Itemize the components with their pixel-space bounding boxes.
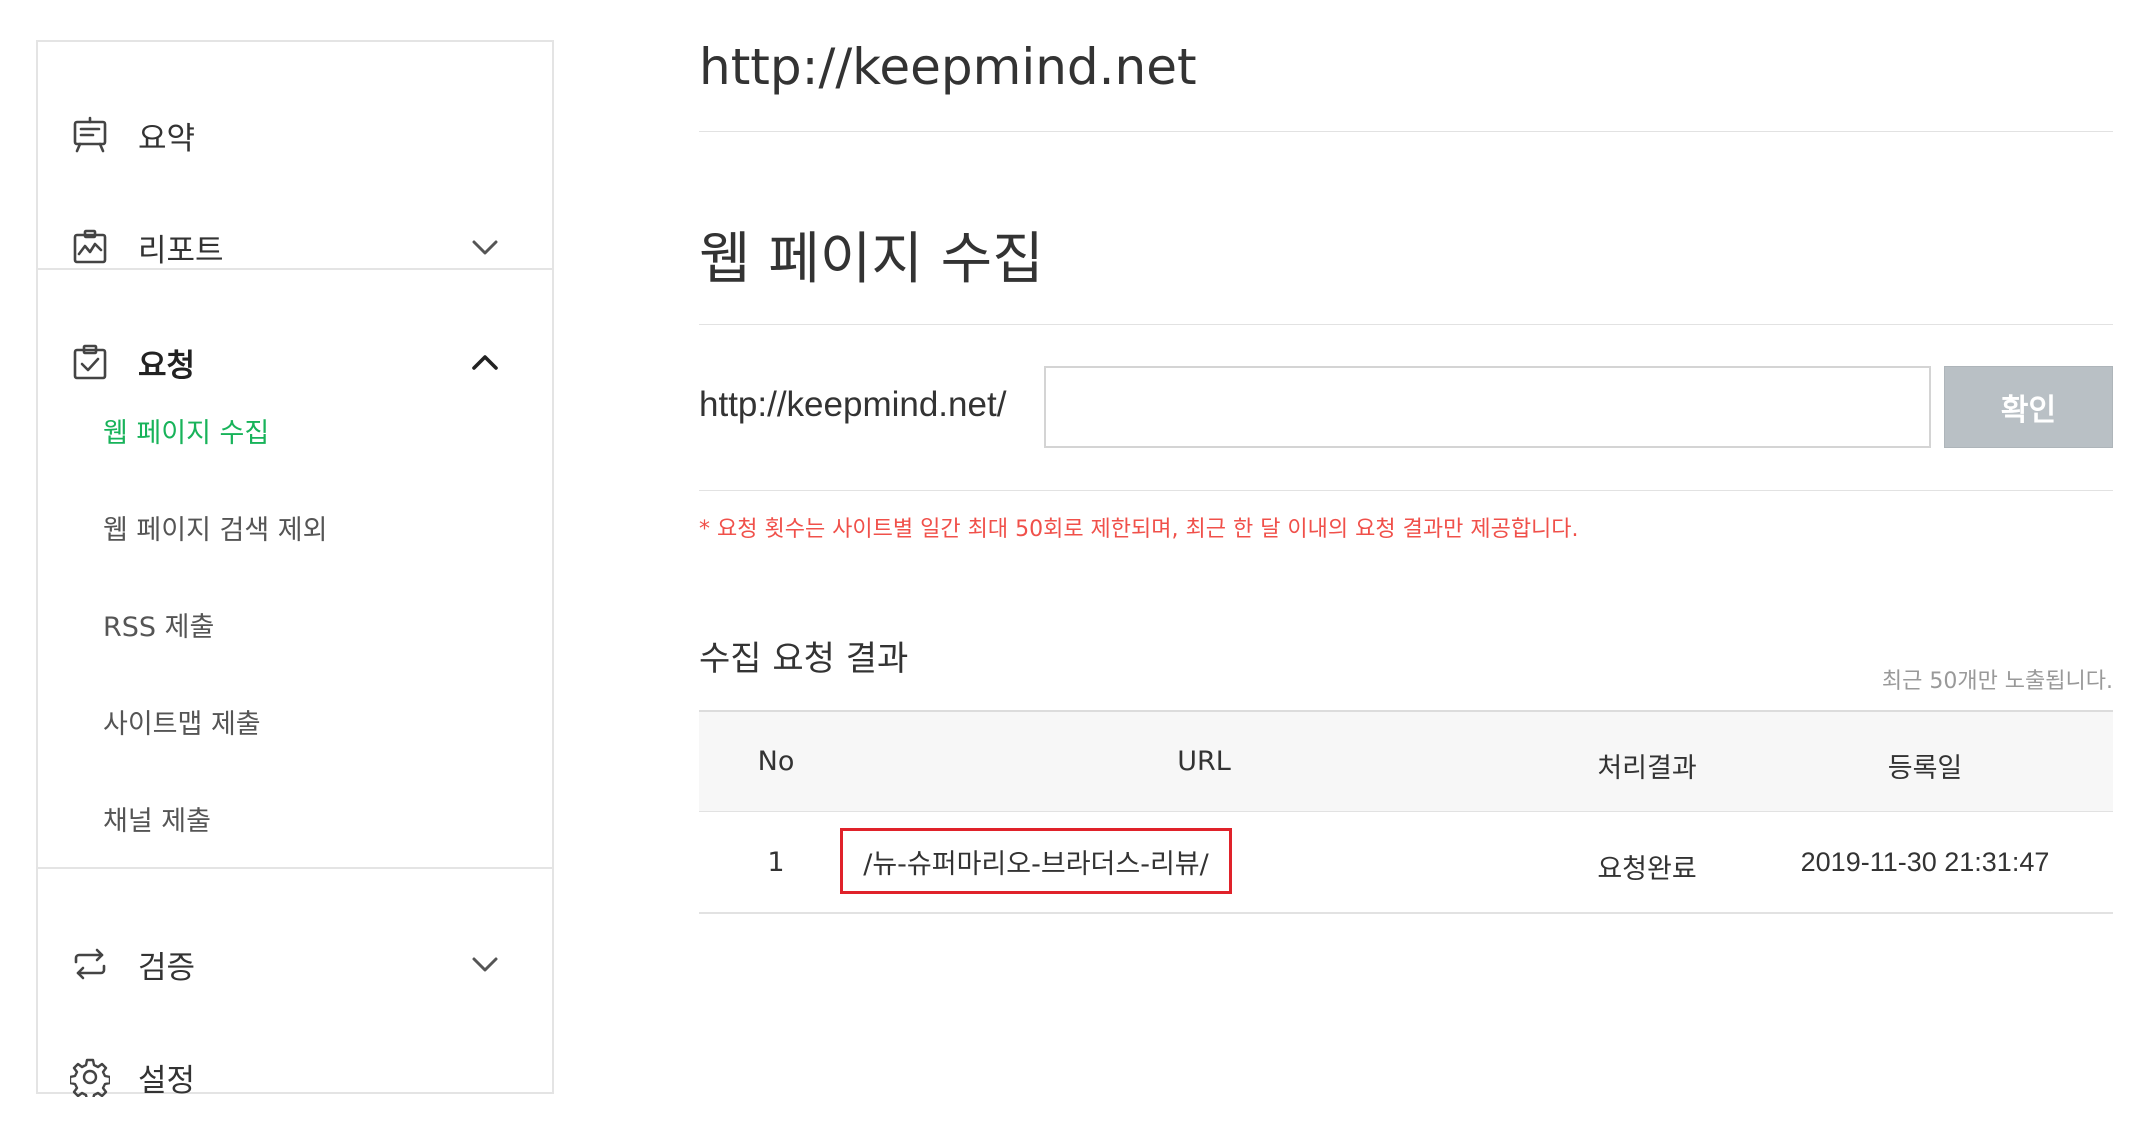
nav-verify-label: 검증	[138, 949, 196, 986]
nav-summary[interactable]: 요약	[38, 85, 552, 185]
column-header-no: No	[757, 746, 795, 777]
sub-item-web-page-exclude[interactable]: 웹 페이지 검색 제외	[103, 508, 327, 547]
nav-report[interactable]: 리포트	[38, 197, 552, 297]
site-url-title: http://keepmind.net	[699, 38, 1197, 96]
chevron-up-icon[interactable]	[468, 345, 502, 379]
row-date: 2019-11-30 21:31:47	[1800, 847, 2050, 877]
clipboard-check-icon	[70, 342, 110, 382]
sub-item-rss-submit[interactable]: RSS 제출	[103, 605, 214, 644]
sidebar-divider	[38, 867, 552, 869]
row-no: 1	[767, 847, 785, 878]
chevron-down-icon[interactable]	[468, 947, 502, 981]
divider	[699, 131, 2113, 132]
column-header-status: 처리결과	[1597, 753, 1697, 784]
sub-item-channel-submit[interactable]: 채널 제출	[103, 799, 211, 838]
repeat-arrows-icon	[70, 944, 110, 984]
presentation-board-icon	[70, 115, 110, 155]
table-row: 1 /뉴-슈퍼마리오-브라더스-리뷰/ 요청완료 2019-11-30 21:3…	[699, 812, 2113, 914]
request-limit-notice: * 요청 횟수는 사이트별 일간 최대 50회로 제한되며, 최근 한 달 이내…	[699, 517, 1579, 542]
row-url-link[interactable]: /뉴-슈퍼마리오-브라더스-리뷰/	[840, 828, 1232, 894]
divider	[699, 490, 2113, 491]
table-header: No URL 처리결과 등록일	[699, 710, 2113, 812]
sub-item-sitemap-submit[interactable]: 사이트맵 제출	[103, 702, 261, 741]
column-header-url: URL	[1177, 746, 1231, 777]
row-status: 요청완료	[1597, 854, 1697, 885]
nav-request-label: 요청	[138, 347, 196, 384]
sidebar: 요약 리포트 요청 웹 페이지 수집 웹 페이지 검색 제외 RSS 제출 사이…	[36, 40, 554, 1099]
results-note: 최근 50개만 노출됩니다.	[1881, 669, 2113, 694]
sidebar-divider	[38, 268, 552, 270]
chart-board-icon	[70, 227, 110, 267]
column-header-date: 등록일	[1887, 753, 1963, 784]
results-title: 수집 요청 결과	[699, 639, 909, 679]
nav-settings-label: 설정	[138, 1062, 196, 1099]
url-path-input[interactable]	[1044, 366, 1931, 448]
chevron-down-icon[interactable]	[468, 230, 502, 264]
nav-settings[interactable]: 설정	[38, 1027, 552, 1127]
nav-report-label: 리포트	[138, 232, 224, 269]
gear-icon	[70, 1057, 110, 1097]
nav-request[interactable]: 요청	[38, 312, 552, 412]
sub-item-web-page-collect[interactable]: 웹 페이지 수집	[103, 411, 269, 450]
page-title: 웹 페이지 수집	[699, 227, 1044, 292]
divider	[699, 324, 2113, 325]
confirm-button[interactable]: 확인	[1944, 366, 2113, 448]
nav-verify[interactable]: 검증	[38, 914, 552, 1014]
nav-summary-label: 요약	[138, 120, 196, 157]
url-prefix: http://keepmind.net/	[699, 385, 1007, 424]
